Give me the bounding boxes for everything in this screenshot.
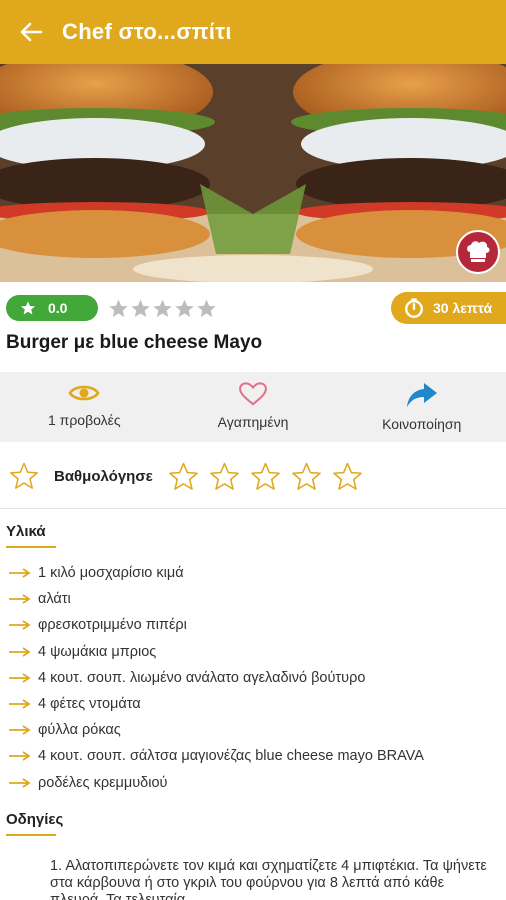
favorite-button[interactable]: Αγαπημένη: [169, 372, 338, 442]
cook-time: 30 λεπτά: [433, 300, 493, 316]
rating-value: 0.0: [48, 300, 68, 316]
rating-badge: 0.0: [6, 295, 98, 321]
arrow-right-icon: [9, 646, 31, 657]
star-icon: [131, 299, 150, 317]
actions-bar: 1 προβολές Αγαπημένη Κοινοποίηση: [0, 372, 506, 442]
chef-hat-icon: [467, 241, 490, 262]
star-icon: [109, 299, 128, 317]
list-item: φρεσκοτριμμένο πιπέρι: [6, 612, 506, 638]
heading-underline: [6, 834, 56, 836]
list-item: 4 κουτ. σουπ. λιωμένο ανάλατο αγελαδινό …: [6, 665, 506, 691]
list-item: 4 φέτες ντομάτα: [6, 691, 506, 717]
arrow-right-icon: [9, 568, 31, 578]
rate-star-5-icon[interactable]: [331, 461, 364, 492]
list-item: ροδέλες κρεμμυδιού: [6, 770, 506, 796]
star-icon: [197, 299, 216, 317]
ingredient-text: 4 φέτες ντομάτα: [38, 696, 141, 713]
back-arrow-icon: [20, 22, 43, 42]
star-icon: [21, 301, 35, 315]
ingredient-text: φρεσκοτριμμένο πιπέρι: [38, 617, 187, 634]
arrow-right-icon: [9, 594, 31, 605]
rate-star-2-icon[interactable]: [208, 461, 241, 492]
chef-logo-badge: [456, 230, 500, 274]
heart-icon: [239, 382, 267, 406]
heading-underline: [6, 546, 56, 548]
arrow-right-icon: [9, 725, 31, 735]
ingredient-text: 4 κουτ. σουπ. σάλτσα μαγιονέζας blue che…: [38, 748, 424, 765]
rate-recipe-row: Βαθμολόγησε: [0, 448, 506, 504]
ingredient-text: αλάτι: [38, 591, 71, 608]
app-title: Chef στο...σπίτι: [62, 19, 232, 44]
rate-label: Βαθμολόγησε: [54, 467, 153, 485]
timer-icon: [405, 298, 423, 318]
recipe-title: Burger με blue cheese Mayo: [6, 332, 263, 353]
divider: [0, 508, 506, 509]
list-item: 4 κουτ. σουπ. σάλτσα μαγιονέζας blue che…: [6, 743, 506, 769]
rate-star-3-icon[interactable]: [249, 461, 282, 492]
rate-star-4-icon[interactable]: [290, 461, 323, 492]
list-item: φύλλα ρόκας: [6, 717, 506, 743]
share-icon: [406, 383, 437, 407]
list-item: 1 κιλό μοσχαρίσιο κιμά: [6, 560, 506, 586]
back-button[interactable]: [0, 0, 62, 64]
arrow-right-icon: [9, 777, 31, 788]
eye-icon: [68, 385, 100, 401]
list-item: 4 ψωμάκια μπριος: [6, 639, 506, 665]
arrow-right-icon: [9, 673, 31, 683]
list-item: αλάτι: [6, 586, 506, 612]
recipe-image: [0, 64, 506, 282]
views-label: 1 προβολές: [48, 412, 121, 428]
cook-time-badge: 30 λεπτά: [391, 292, 506, 324]
ingredients-heading-text: Υλικά: [6, 523, 46, 540]
arrow-right-icon: [9, 699, 31, 709]
views-action: 1 προβολές: [0, 372, 169, 442]
ingredients-heading: Υλικά: [6, 523, 56, 548]
ingredient-text: 4 ψωμάκια μπριος: [38, 643, 157, 660]
arrow-right-icon: [9, 620, 31, 631]
star-icon: [175, 299, 194, 317]
share-button[interactable]: Κοινοποίηση: [337, 372, 506, 442]
instructions-heading: Οδηγίες: [6, 811, 63, 836]
rating-stars: [108, 298, 217, 319]
app-bar: Chef στο...σπίτι: [0, 0, 506, 64]
arrow-right-icon: [9, 751, 31, 762]
ingredient-text: φύλλα ρόκας: [38, 722, 121, 739]
ingredient-text: 4 κουτ. σουπ. λιωμένο ανάλατο αγελαδινό …: [38, 669, 366, 686]
star-outline-icon: [10, 462, 38, 489]
ingredients-list: 1 κιλό μοσχαρίσιο κιμά αλάτι φρεσκοτριμμ…: [6, 560, 506, 796]
instruction-step: 1. Αλατοπιπερώνετε τον κιμά και σχηματίζ…: [50, 858, 487, 900]
star-icon: [153, 299, 172, 317]
rate-stars: [167, 461, 364, 492]
burger-photo: [0, 64, 506, 282]
share-label: Κοινοποίηση: [382, 416, 462, 432]
favorite-label: Αγαπημένη: [217, 414, 289, 430]
instructions-heading-text: Οδηγίες: [6, 811, 64, 828]
rate-star-1-icon[interactable]: [167, 461, 200, 492]
ingredient-text: 1 κιλό μοσχαρίσιο κιμά: [38, 565, 184, 582]
ingredient-text: ροδέλες κρεμμυδιού: [38, 774, 168, 791]
